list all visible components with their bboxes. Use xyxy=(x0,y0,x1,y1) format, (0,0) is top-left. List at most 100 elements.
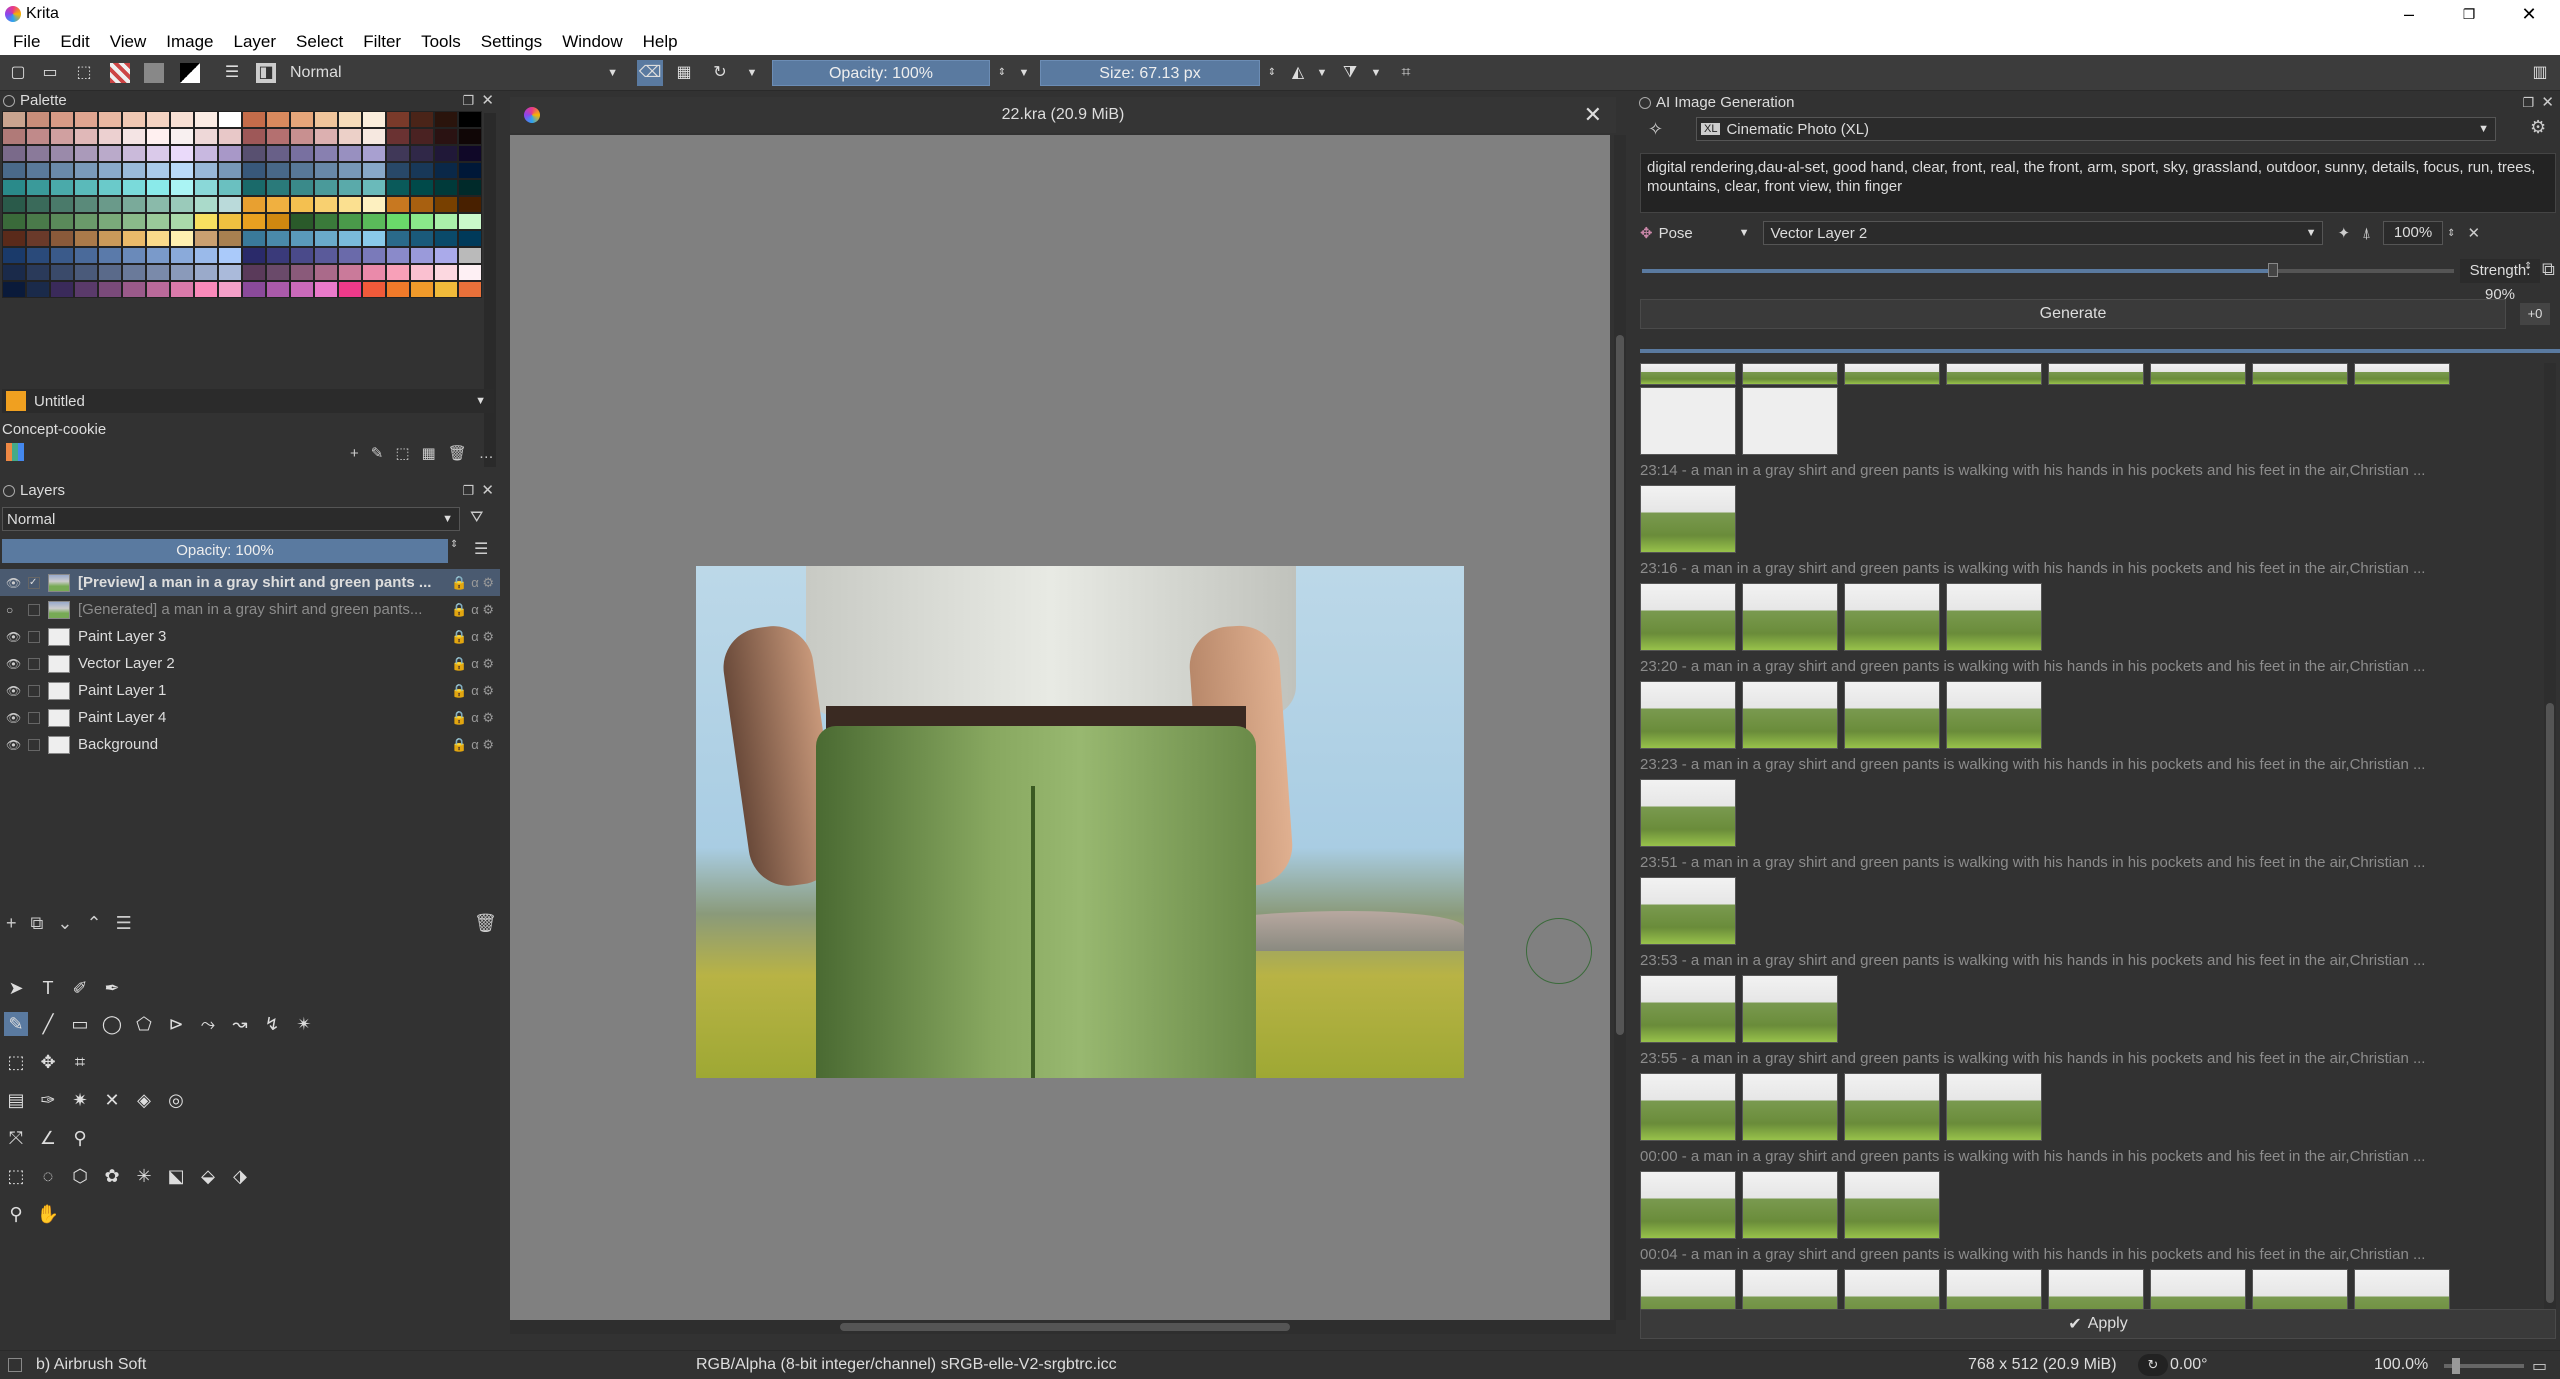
palette-swatch[interactable] xyxy=(122,111,146,128)
menu-layer[interactable]: Layer xyxy=(224,28,287,55)
blend-mode-select[interactable]: Normal ▼ xyxy=(284,61,624,87)
history-thumbnail[interactable] xyxy=(1946,363,2042,385)
menu-settings[interactable]: Settings xyxy=(471,28,552,55)
palette-swatch[interactable] xyxy=(98,145,122,162)
open-document-icon[interactable]: ▭ xyxy=(40,63,60,83)
palette-swatch[interactable] xyxy=(2,179,26,196)
palette-swatch[interactable] xyxy=(122,213,146,230)
palette-swatch[interactable] xyxy=(194,230,218,247)
palette-swatch[interactable] xyxy=(242,264,266,281)
palette-swatch[interactable] xyxy=(50,179,74,196)
opacity-slider[interactable]: Opacity: 100% xyxy=(772,60,990,86)
palette-swatch[interactable] xyxy=(50,213,74,230)
palette-swatch[interactable] xyxy=(314,264,338,281)
palette-swatch[interactable] xyxy=(74,162,98,179)
palette-swatch[interactable] xyxy=(314,128,338,145)
rotation-value[interactable]: 0.00° xyxy=(2170,1356,2208,1374)
visibility-eye-icon[interactable]: ○ xyxy=(6,603,20,617)
palette-swatch[interactable] xyxy=(338,281,362,298)
size-slider[interactable]: Size: 67.13 px xyxy=(1040,60,1260,86)
palette-swatch[interactable] xyxy=(314,196,338,213)
palette-swatch[interactable] xyxy=(314,145,338,162)
freehand-brush-tool-icon[interactable]: ✎ xyxy=(4,1012,28,1036)
menu-image[interactable]: Image xyxy=(156,28,223,55)
palette-swatch[interactable] xyxy=(338,247,362,264)
palette-swatch[interactable] xyxy=(26,128,50,145)
layer-checkbox[interactable] xyxy=(28,711,40,724)
scrollbar-thumb[interactable] xyxy=(840,1323,1290,1331)
palette-swatch[interactable] xyxy=(2,111,26,128)
layer-checkbox[interactable] xyxy=(28,657,40,670)
canvas-horizontal-scrollbar[interactable] xyxy=(510,1320,1616,1334)
palette-swatch[interactable] xyxy=(386,281,410,298)
palette-swatch[interactable] xyxy=(266,145,290,162)
ellipse-tool-icon[interactable]: ◯ xyxy=(100,1012,124,1036)
palette-swatch[interactable] xyxy=(74,179,98,196)
add-swatch-icon[interactable]: + xyxy=(350,445,359,462)
chevron-down-icon[interactable]: ▼ xyxy=(1366,63,1386,83)
palette-grid-icon[interactable] xyxy=(6,443,24,461)
history-thumbnail[interactable] xyxy=(2048,363,2144,385)
palette-swatch[interactable] xyxy=(242,111,266,128)
zoom-value[interactable]: 100.0% xyxy=(2374,1356,2428,1374)
palette-swatch[interactable] xyxy=(122,281,146,298)
spin-arrows-icon[interactable]: ⇕ xyxy=(2447,228,2455,239)
palette-swatch[interactable] xyxy=(410,247,434,264)
palette-swatch[interactable] xyxy=(266,111,290,128)
menu-file[interactable]: File xyxy=(3,28,50,55)
preserve-alpha-icon[interactable]: ▦ xyxy=(674,63,694,83)
close-docker-icon[interactable]: ✕ xyxy=(2541,93,2554,113)
palette-swatch[interactable] xyxy=(362,196,386,213)
apply-button[interactable]: ✔ Apply xyxy=(1640,1309,2556,1339)
palette-swatch[interactable] xyxy=(386,111,410,128)
mirror-horizontal-icon[interactable]: ◭ xyxy=(1288,63,1308,83)
palette-swatch[interactable] xyxy=(338,230,362,247)
queue-count-button[interactable]: +0 xyxy=(2520,303,2550,325)
palette-swatch[interactable] xyxy=(50,196,74,213)
color-picker-tool-icon[interactable]: ✑ xyxy=(36,1088,60,1112)
palette-swatch[interactable] xyxy=(434,128,458,145)
freehand-path-tool-icon[interactable]: ↝ xyxy=(228,1012,252,1036)
canvas-vertical-scrollbar[interactable] xyxy=(1614,135,1626,1320)
strength-slider-track[interactable] xyxy=(1642,269,2272,273)
menu-edit[interactable]: Edit xyxy=(50,28,99,55)
palette-swatch[interactable] xyxy=(218,179,242,196)
palette-swatch[interactable] xyxy=(290,213,314,230)
close-window-button[interactable]: ✕ xyxy=(2500,0,2558,28)
history-thumbnail[interactable] xyxy=(1946,681,2042,749)
palette-swatch[interactable] xyxy=(386,128,410,145)
palette-swatch[interactable] xyxy=(74,281,98,298)
palette-swatch[interactable] xyxy=(458,196,482,213)
palette-swatch[interactable] xyxy=(434,264,458,281)
history-thumbnail[interactable] xyxy=(1844,1171,1940,1239)
palette-swatch[interactable] xyxy=(146,264,170,281)
palette-swatch[interactable] xyxy=(146,179,170,196)
menu-window[interactable]: Window xyxy=(552,28,632,55)
palette-swatch[interactable] xyxy=(410,196,434,213)
palette-swatch[interactable] xyxy=(242,213,266,230)
palette-swatch[interactable] xyxy=(2,264,26,281)
layer-row[interactable]: 👁 Paint Layer 4 🔒 α ⚙ xyxy=(0,704,500,731)
palette-swatch[interactable] xyxy=(290,179,314,196)
transform-tool-icon[interactable]: ⬚ xyxy=(4,1050,28,1074)
layer-lock-alpha-icon[interactable]: 🔒 α ⚙ xyxy=(451,575,494,591)
canvas-only-icon[interactable]: ▭ xyxy=(2532,1356,2547,1376)
palette-swatch[interactable] xyxy=(338,162,362,179)
palette-swatch[interactable] xyxy=(242,281,266,298)
palette-swatch[interactable] xyxy=(410,111,434,128)
menu-select[interactable]: Select xyxy=(286,28,353,55)
palette-swatch[interactable] xyxy=(194,162,218,179)
enclose-fill-tool-icon[interactable]: ◎ xyxy=(164,1088,188,1112)
palette-swatch[interactable] xyxy=(74,230,98,247)
generation-mode-icon[interactable]: ✧ xyxy=(1648,119,1663,140)
history-thumbnail[interactable] xyxy=(1844,1073,1940,1141)
palette-swatch[interactable] xyxy=(434,281,458,298)
visibility-eye-icon[interactable]: 👁 xyxy=(6,630,21,644)
move-tool-icon[interactable]: ✥ xyxy=(36,1050,60,1074)
palette-swatch[interactable] xyxy=(290,111,314,128)
palette-swatch[interactable] xyxy=(290,247,314,264)
palette-swatch[interactable] xyxy=(170,128,194,145)
zoom-tool-icon[interactable]: ⚲ xyxy=(4,1202,28,1226)
palette-swatch[interactable] xyxy=(74,213,98,230)
palette-swatch[interactable] xyxy=(26,264,50,281)
